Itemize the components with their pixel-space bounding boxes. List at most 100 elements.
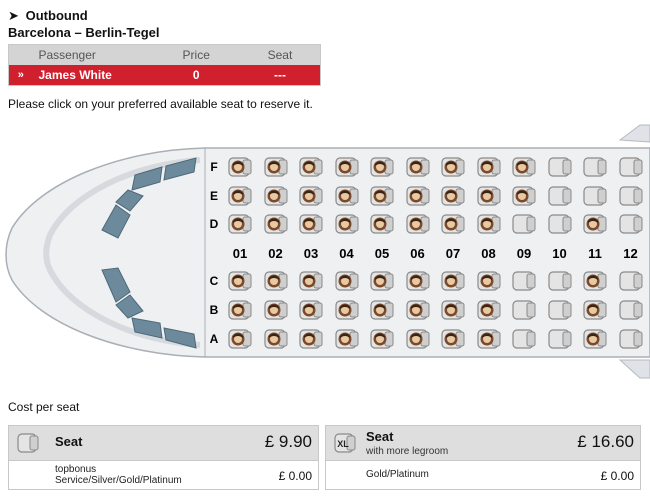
tier-price: £ 0.00: [278, 469, 312, 483]
seat-05F-occupied: [369, 156, 395, 178]
xl-seat-price: £ 16.60: [577, 432, 634, 451]
seat-12D-available[interactable]: [618, 213, 644, 235]
seat-01B-occupied: [227, 299, 253, 321]
cost-card-xl-seat: XL Seat with more legroom £ 16.60 Gold/P…: [325, 425, 641, 490]
seat-08D-occupied: [476, 213, 502, 235]
passenger-row[interactable]: » James White 0 ---: [8, 64, 321, 86]
seat-04A-occupied: [334, 328, 360, 350]
column-number-05: 05: [374, 246, 390, 261]
seat-01C-occupied: [227, 270, 253, 292]
row-label-e: E: [209, 189, 218, 203]
passenger-name[interactable]: James White: [32, 64, 153, 86]
passenger-price: 0: [152, 64, 240, 86]
seat-08B-occupied: [476, 299, 502, 321]
seat-08A-occupied: [476, 328, 502, 350]
seat-03D-occupied: [298, 213, 324, 235]
seat-09A-available[interactable]: [511, 328, 537, 350]
seat-03F-occupied: [298, 156, 324, 178]
seat-06E-occupied: [405, 185, 431, 207]
seat-05E-occupied: [369, 185, 395, 207]
seat-map: F E D C B A 01 02 03 04 05 06 07 08 09 10 11 12: [0, 120, 650, 385]
passenger-seat: ---: [239, 64, 321, 86]
row-label-c: C: [209, 274, 219, 288]
seat-09B-available[interactable]: [511, 299, 537, 321]
cost-card-seat: Seat £ 9.90 topbonus Service/Silver/Gold…: [8, 425, 319, 490]
row-label-f: F: [210, 160, 218, 174]
xl-tier-label: Gold/Platinum: [366, 469, 429, 480]
header-passenger: Passenger: [32, 44, 153, 65]
seat-11E-available[interactable]: [582, 185, 608, 207]
seat-01F-occupied: [227, 156, 253, 178]
seat-07F-occupied: [440, 156, 466, 178]
seat-10D-available[interactable]: [547, 213, 573, 235]
passenger-table: Passenger Price Seat » James White 0 ---: [8, 44, 321, 86]
seat-02E-occupied: [263, 185, 289, 207]
tier-label: topbonus Service/Silver/Gold/Platinum: [55, 464, 182, 486]
seat-type-name: Seat: [55, 434, 83, 449]
column-number-10: 10: [552, 246, 567, 261]
seat-09C-available[interactable]: [511, 270, 537, 292]
seat-10E-available[interactable]: [547, 185, 573, 207]
column-number-02: 02: [268, 246, 283, 261]
row-label-a: A: [209, 332, 219, 346]
seat-01D-occupied: [227, 213, 253, 235]
seat-06C-occupied: [405, 270, 431, 292]
seat-10B-available[interactable]: [547, 299, 573, 321]
row-label-b: B: [209, 303, 219, 317]
seat-05D-occupied: [369, 213, 395, 235]
seat-08C-occupied: [476, 270, 502, 292]
flight-direction-label: Outbound: [25, 8, 88, 23]
seat-07B-occupied: [440, 299, 466, 321]
seat-04B-occupied: [334, 299, 360, 321]
seat-05C-occupied: [369, 270, 395, 292]
seat-03B-occupied: [298, 299, 324, 321]
seat-03E-occupied: [298, 185, 324, 207]
seat-09D-available[interactable]: [511, 213, 537, 235]
xl-seat-type-name: Seat: [366, 429, 394, 444]
seat-01A-occupied: [227, 328, 253, 350]
seat-12E-available[interactable]: [618, 185, 644, 207]
seat-06D-occupied: [405, 213, 431, 235]
seat-04D-occupied: [334, 213, 360, 235]
seat-02C-occupied: [263, 270, 289, 292]
xl-seat-icon: XL: [332, 432, 358, 457]
flight-direction: ➤ Outbound: [8, 8, 88, 24]
flight-route: Barcelona – Berlin-Tegel: [8, 25, 160, 40]
plane-icon: ➤: [8, 8, 19, 23]
column-number-09: 09: [516, 246, 532, 261]
selected-arrow-icon: »: [8, 64, 33, 86]
seat-10A-available[interactable]: [547, 328, 573, 350]
column-number-12: 12: [623, 246, 638, 261]
passenger-table-header: Passenger Price Seat: [8, 44, 321, 65]
column-number-01: 01: [232, 246, 248, 261]
seat-06B-occupied: [405, 299, 431, 321]
xl-tier-price: £ 0.00: [600, 469, 634, 483]
column-number-06: 06: [410, 246, 425, 261]
row-label-d: D: [209, 217, 219, 231]
seat-03A-occupied: [298, 328, 324, 350]
seat-12A-available[interactable]: [618, 328, 644, 350]
seat-12F-available[interactable]: [618, 156, 644, 178]
seat-12B-available[interactable]: [618, 299, 644, 321]
seat-04E-occupied: [334, 185, 360, 207]
seat-09F-occupied: [511, 156, 537, 178]
seat-10F-available[interactable]: [547, 156, 573, 178]
seat-02A-occupied: [263, 328, 289, 350]
column-number-11: 11: [588, 246, 602, 261]
seat-price: £ 9.90: [264, 432, 312, 451]
seat-10C-available[interactable]: [547, 270, 573, 292]
xl-seat-subtitle: with more legroom: [366, 446, 449, 457]
seat-11A-occupied: [582, 328, 608, 350]
seat-11F-available[interactable]: [582, 156, 608, 178]
column-number-08: 08: [481, 246, 496, 261]
seat-07C-occupied: [440, 270, 466, 292]
seat-05A-occupied: [369, 328, 395, 350]
seat-05B-occupied: [369, 299, 395, 321]
seat-04C-occupied: [334, 270, 360, 292]
column-number-03: 03: [303, 246, 319, 261]
column-number-04: 04: [339, 246, 354, 261]
header-seat: Seat: [239, 44, 321, 65]
seat-12C-available[interactable]: [618, 270, 644, 292]
seat-11C-occupied: [582, 270, 608, 292]
column-number-07: 07: [445, 246, 461, 261]
